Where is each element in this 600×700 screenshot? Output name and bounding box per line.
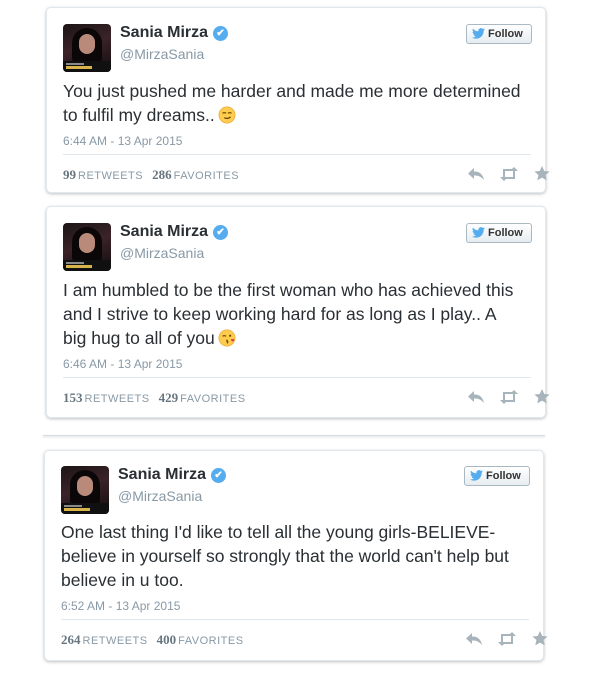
favorite-star-icon[interactable] (534, 166, 550, 186)
reply-icon[interactable] (465, 632, 483, 651)
reply-icon[interactable] (467, 167, 485, 186)
divider (63, 377, 531, 378)
follow-button[interactable]: Follow (466, 223, 532, 243)
twitter-bird-icon (472, 28, 485, 39)
author-handle[interactable]: @MirzaSania (120, 46, 204, 62)
favorite-count[interactable]: 400 (157, 632, 177, 647)
retweet-icon[interactable] (499, 166, 519, 186)
author-name[interactable]: Sania Mirza ✔ (120, 24, 229, 42)
author-name[interactable]: Sania Mirza ✔ (120, 223, 229, 241)
tweet-text: One last thing I'd like to tell all the … (61, 522, 509, 590)
favorite-star-icon[interactable] (534, 389, 550, 409)
follow-button[interactable]: Follow (466, 24, 532, 44)
tweet-text: I am humbled to be the first woman who h… (63, 280, 514, 348)
timestamp[interactable]: 6:46 AM - 13 Apr 2015 (63, 357, 182, 371)
tweet-actions (457, 166, 550, 186)
twitter-bird-icon (470, 470, 483, 481)
tweet-actions (457, 389, 550, 409)
divider (63, 154, 531, 155)
follow-button[interactable]: Follow (464, 466, 530, 486)
tweet-stats: 99 RETWEETS 286 FAVORITES (63, 167, 240, 182)
tweet-card: Sania Mirza ✔ @MirzaSania Follow I am hum… (46, 206, 550, 418)
card-separator (43, 435, 545, 436)
retweet-icon[interactable] (497, 631, 517, 651)
reply-icon[interactable] (467, 390, 485, 409)
tweet-actions (455, 631, 548, 651)
verified-badge-icon: ✔ (211, 468, 227, 483)
tweet-card: Sania Mirza ✔ @MirzaSania Follow One last… (44, 450, 548, 661)
timestamp[interactable]: 6:52 AM - 13 Apr 2015 (61, 599, 180, 613)
tweet-text: You just pushed me harder and made me mo… (63, 81, 521, 125)
timestamp[interactable]: 6:44 AM - 13 Apr 2015 (63, 134, 182, 148)
smirk-emoji (218, 106, 236, 124)
favorite-star-icon[interactable] (532, 631, 548, 651)
author-handle[interactable]: @MirzaSania (120, 245, 204, 261)
avatar[interactable] (63, 223, 111, 271)
tweet-card: Sania Mirza ✔ @MirzaSania Follow You just… (46, 7, 550, 193)
tweet-stats: 153 RETWEETS 429 FAVORITES (63, 390, 246, 405)
avatar[interactable] (61, 466, 109, 514)
avatar[interactable] (63, 24, 111, 72)
verified-badge-icon: ✔ (213, 225, 229, 240)
author-handle[interactable]: @MirzaSania (118, 488, 202, 504)
retweet-count[interactable]: 153 (63, 390, 83, 405)
divider (61, 619, 529, 620)
favorite-count[interactable]: 429 (159, 390, 179, 405)
retweet-icon[interactable] (499, 389, 519, 409)
retweet-count[interactable]: 99 (63, 167, 76, 182)
tweet-stats: 264 RETWEETS 400 FAVORITES (61, 632, 244, 647)
twitter-bird-icon (472, 227, 485, 238)
author-name[interactable]: Sania Mirza ✔ (118, 466, 227, 484)
favorite-count[interactable]: 286 (152, 167, 172, 182)
kiss-emoji (218, 329, 236, 347)
verified-badge-icon: ✔ (213, 26, 229, 41)
retweet-count[interactable]: 264 (61, 632, 81, 647)
